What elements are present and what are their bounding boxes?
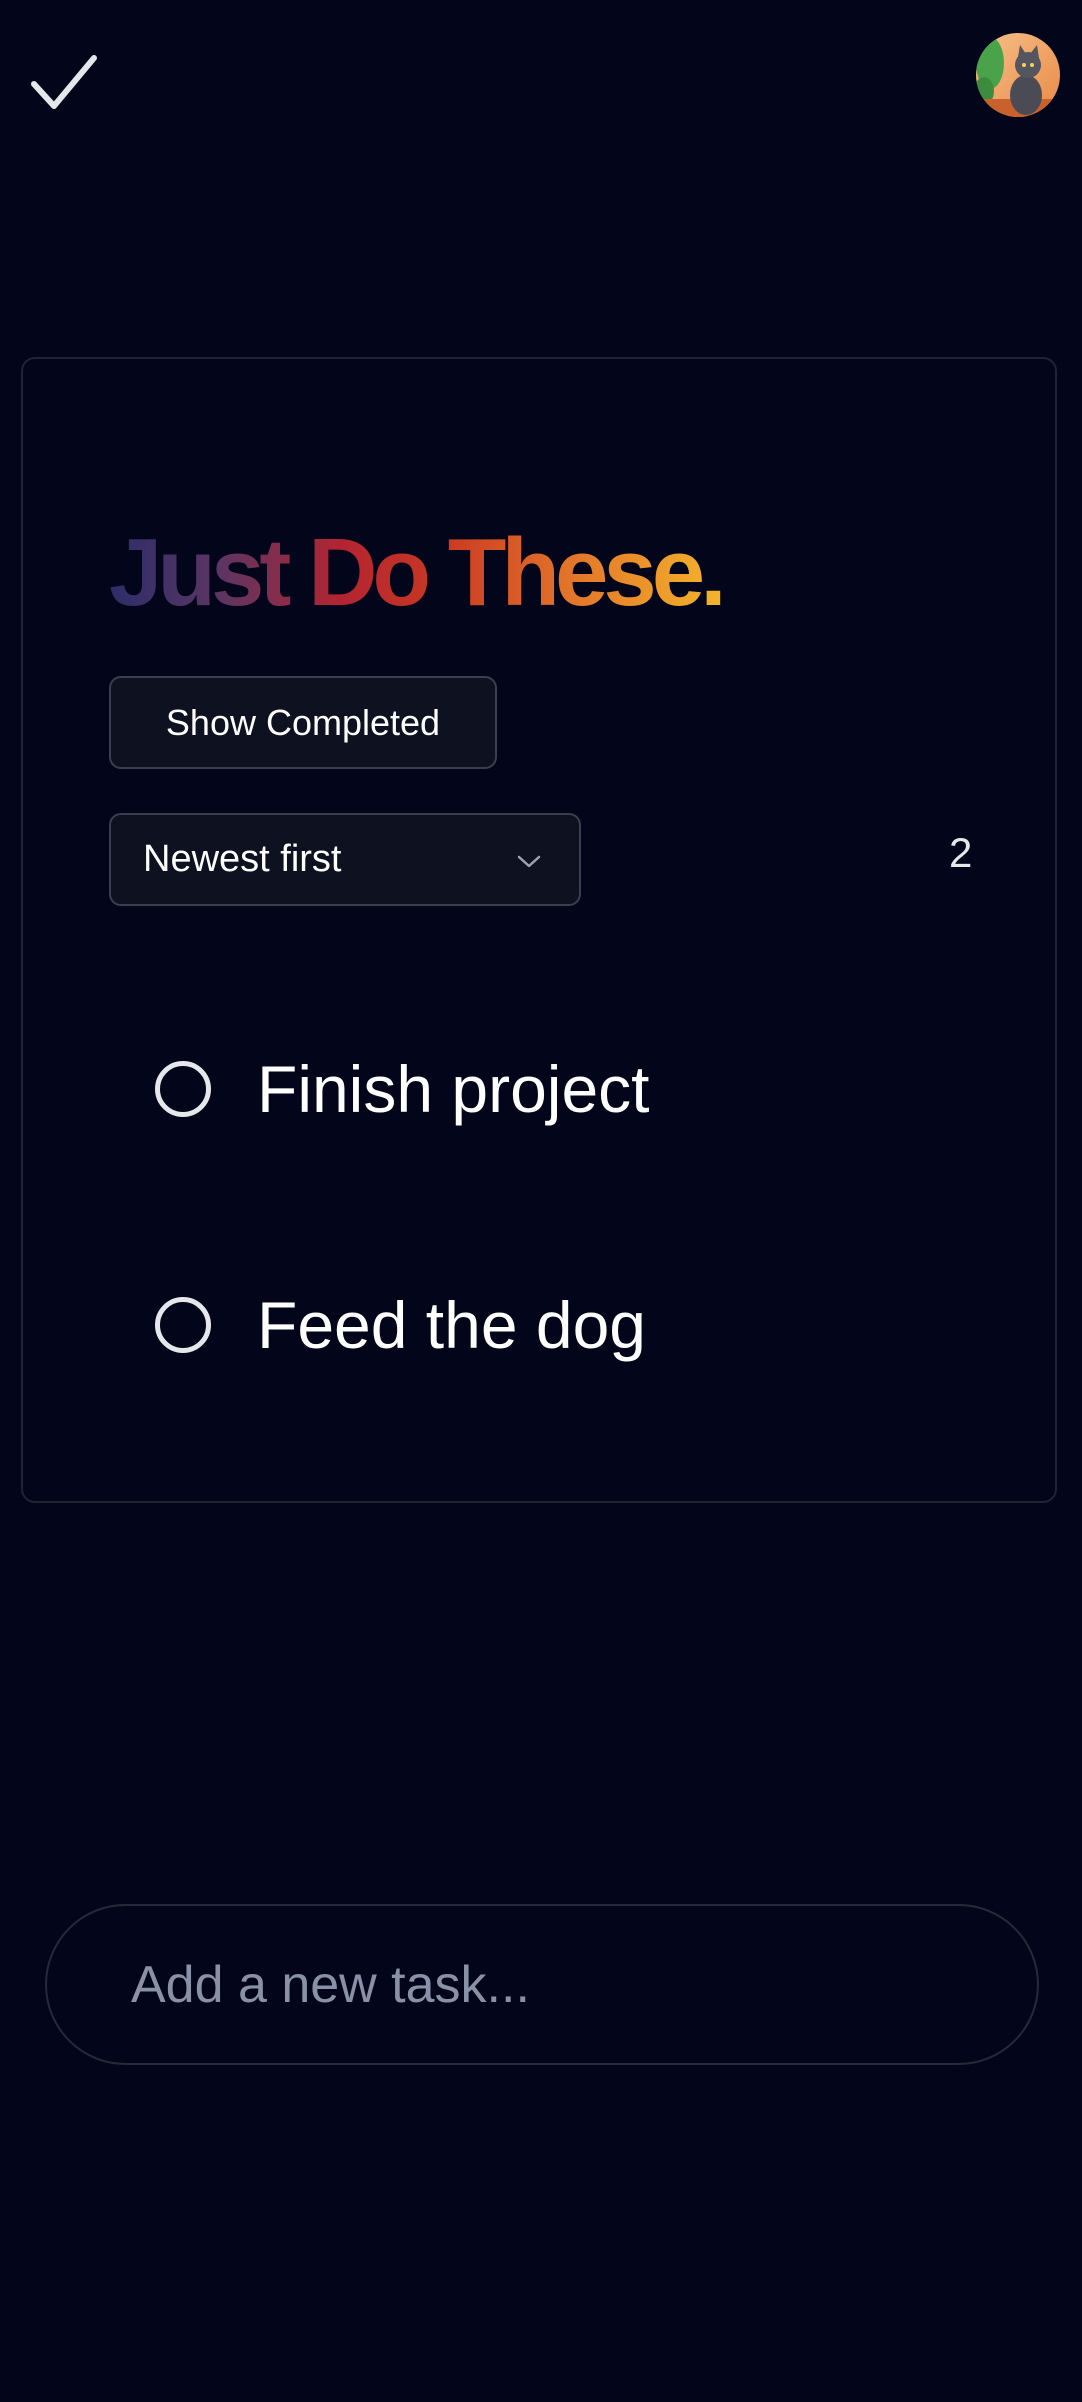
task-checkbox[interactable] bbox=[155, 1061, 211, 1117]
sort-selected-value: Newest first bbox=[143, 838, 342, 880]
task-count: 2 bbox=[949, 829, 973, 876]
task-checkbox[interactable] bbox=[155, 1297, 211, 1353]
new-task-input[interactable] bbox=[45, 1904, 1039, 2065]
list-item: Feed the dog bbox=[155, 1285, 646, 1365]
avatar[interactable] bbox=[976, 33, 1060, 117]
list-item: Finish project bbox=[155, 1049, 650, 1129]
task-label: Finish project bbox=[257, 1052, 650, 1126]
sort-select[interactable]: Newest first bbox=[109, 813, 581, 906]
show-completed-button[interactable]: Show Completed bbox=[109, 676, 497, 769]
checkmark-icon[interactable] bbox=[28, 50, 100, 114]
task-label: Feed the dog bbox=[257, 1288, 646, 1362]
cat-avatar-icon bbox=[976, 33, 1060, 117]
chevron-down-icon bbox=[517, 855, 541, 868]
page-title: Just Do These. bbox=[109, 519, 727, 626]
task-card: Just Do These. Show Completed Newest fir… bbox=[21, 357, 1057, 1503]
